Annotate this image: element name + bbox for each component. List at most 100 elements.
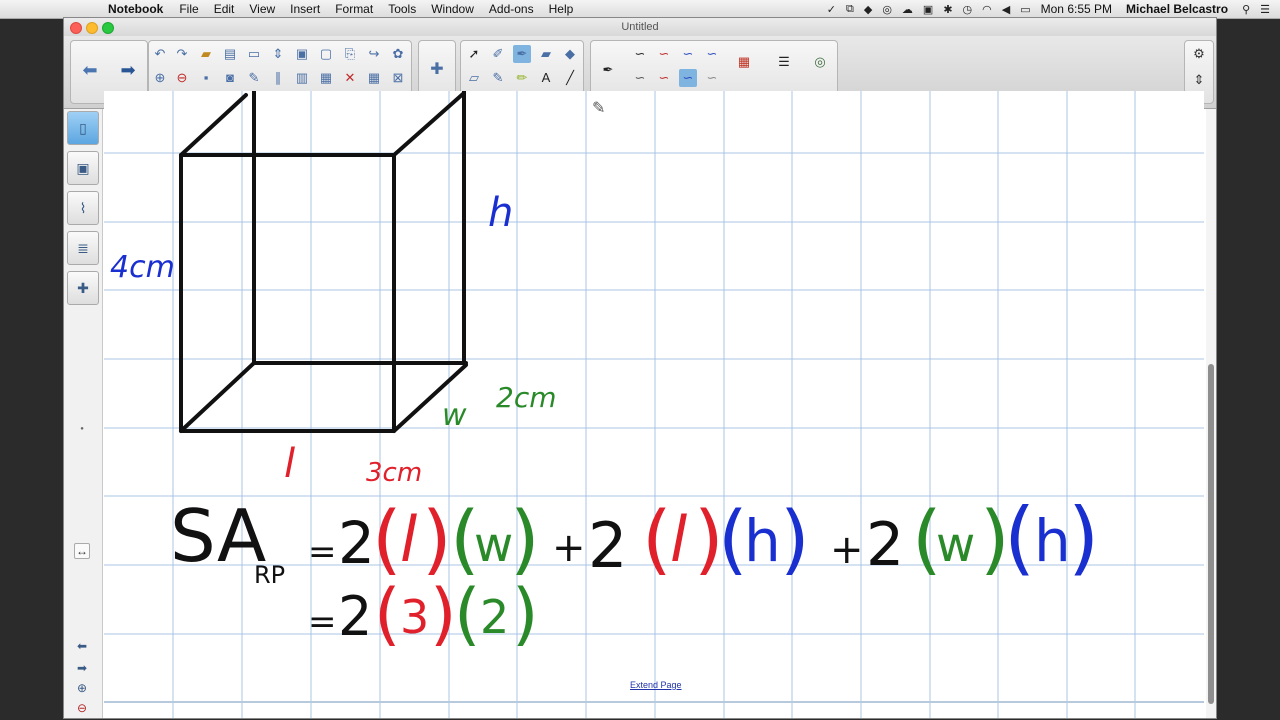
- display-icon[interactable]: ▣: [293, 45, 311, 63]
- pen-style-8[interactable]: ∽: [703, 69, 721, 87]
- next-page-arrow-icon[interactable]: ➡: [119, 61, 137, 79]
- vertical-scrollbar[interactable]: [1206, 109, 1216, 718]
- shape-icon[interactable]: ◆: [561, 45, 579, 63]
- menu-tools[interactable]: Tools: [388, 2, 416, 16]
- delete-page-icon[interactable]: ⊖: [173, 69, 191, 87]
- pen-style-7[interactable]: ∽: [679, 69, 697, 87]
- status-icon-d[interactable]: ▣: [923, 3, 933, 16]
- menu-format[interactable]: Format: [335, 2, 373, 16]
- fit-page-icon[interactable]: ⇕: [269, 45, 287, 63]
- formula-h-2: h: [1034, 507, 1071, 575]
- cloud-icon[interactable]: ☁: [902, 3, 913, 16]
- addon-puzzle-icon[interactable]: ✚: [428, 61, 446, 79]
- delete-icon[interactable]: ✕: [341, 69, 359, 87]
- clear-icon[interactable]: ⊠: [389, 69, 407, 87]
- dropbox-icon[interactable]: ◆: [864, 3, 872, 16]
- table-icon[interactable]: ▦: [365, 69, 383, 87]
- spotlight-icon[interactable]: ⚲: [1242, 3, 1250, 16]
- whiteboard-canvas[interactable]: h 4cm w 2cm l 3cm SA RP = 2 ( l ) ( w ) …: [104, 91, 1204, 718]
- extend-page-link[interactable]: Extend Page: [630, 680, 682, 690]
- resize-sidebar-icon[interactable]: ↔: [74, 543, 90, 559]
- sidebar-add-page-icon[interactable]: ⊕: [72, 681, 92, 695]
- volume-icon[interactable]: ◀: [1002, 3, 1010, 16]
- fill-effects-icon[interactable]: ◎: [811, 53, 829, 71]
- text-tool-icon[interactable]: A: [537, 69, 555, 87]
- menu-window[interactable]: Window: [431, 2, 474, 16]
- status-icon-b[interactable]: ⧉: [846, 3, 854, 16]
- pen-style-6[interactable]: ∽: [655, 69, 673, 87]
- attachments-tab[interactable]: ⌇: [67, 191, 99, 225]
- time-machine-icon[interactable]: ◷: [963, 3, 973, 16]
- menu-file[interactable]: File: [179, 2, 198, 16]
- line-width-icon[interactable]: ☰: [775, 53, 793, 71]
- share-icon[interactable]: ↪: [365, 45, 383, 63]
- addons-tab[interactable]: ✚: [67, 271, 99, 305]
- menu-help[interactable]: Help: [549, 2, 574, 16]
- page-sorter-tab[interactable]: ▯: [67, 111, 99, 145]
- substitution-equals: =: [308, 602, 337, 642]
- pen-tool-icon[interactable]: ✒: [513, 45, 531, 63]
- close-window-button[interactable]: [70, 22, 82, 34]
- magic-icon[interactable]: ✎: [245, 69, 263, 87]
- pen-style-2[interactable]: ∽: [655, 45, 673, 63]
- status-icon-c[interactable]: ◎: [882, 3, 892, 16]
- menu-add-ons[interactable]: Add-ons: [489, 2, 534, 16]
- wifi-icon[interactable]: ◠: [982, 3, 992, 16]
- pen-style-1[interactable]: ∽: [631, 45, 649, 63]
- menu-user[interactable]: Michael Belcastro: [1126, 2, 1228, 16]
- formula-l-1: l: [400, 503, 417, 576]
- properties-tab[interactable]: ≣: [67, 231, 99, 265]
- gallery-tab[interactable]: ▣: [67, 151, 99, 185]
- present-icon[interactable]: ▢: [317, 45, 335, 63]
- sidebar-collapse-dot[interactable]: ●: [72, 422, 92, 436]
- menu-edit[interactable]: Edit: [214, 2, 235, 16]
- redo-icon[interactable]: ↷: [173, 45, 191, 63]
- gallery-icon[interactable]: ✿: [389, 45, 407, 63]
- add-page-icon[interactable]: ⊕: [151, 69, 169, 87]
- color-palette-icon[interactable]: ▦: [735, 53, 753, 71]
- image-icon[interactable]: ▦: [317, 69, 335, 87]
- highlighter-icon[interactable]: ✏: [513, 69, 531, 87]
- undo-icon[interactable]: ↶: [151, 45, 169, 63]
- select-arrow-icon[interactable]: ➚: [465, 45, 483, 63]
- length-value-label: 3cm: [366, 458, 422, 488]
- formula-two-1: 2: [338, 509, 375, 577]
- minimize-window-button[interactable]: [86, 22, 98, 34]
- length-variable-label: l: [284, 441, 295, 487]
- pen-style-4[interactable]: ∽: [703, 45, 721, 63]
- sidebar-next-icon[interactable]: ➡: [72, 661, 92, 675]
- scrollbar-thumb[interactable]: [1208, 364, 1214, 704]
- pen-style-5[interactable]: ∽: [631, 69, 649, 87]
- gear-icon[interactable]: ⚙: [1190, 45, 1208, 63]
- magic-pen-icon[interactable]: ✎: [489, 69, 507, 87]
- menu-insert[interactable]: Insert: [290, 2, 320, 16]
- eraser-icon[interactable]: ▰: [537, 45, 555, 63]
- bluetooth-icon[interactable]: ✱: [943, 3, 952, 16]
- grid-lines: [104, 91, 1204, 718]
- menu-clock[interactable]: Mon 6:55 PM: [1041, 2, 1112, 16]
- menu-view[interactable]: View: [249, 2, 275, 16]
- screen-shade-icon[interactable]: ▭: [245, 45, 263, 63]
- capture-icon[interactable]: ⎘: [341, 45, 359, 63]
- sidebar-delete-page-icon[interactable]: ⊖: [72, 701, 92, 715]
- columns-icon[interactable]: ∥: [269, 69, 287, 87]
- pen-style-3[interactable]: ∽: [679, 45, 697, 63]
- previous-page-arrow-icon[interactable]: ⬅: [81, 61, 99, 79]
- pen-fill-icon[interactable]: ✐: [489, 45, 507, 63]
- save-icon[interactable]: ▪: [197, 69, 215, 87]
- menu-app-name[interactable]: Notebook: [108, 2, 163, 16]
- status-icon-a[interactable]: ✓: [827, 3, 836, 16]
- substitution-line: = 2 ( 3 ) ( 2 ): [308, 575, 539, 654]
- line-tool-icon[interactable]: ╱: [561, 69, 579, 87]
- toolbar-move-icon[interactable]: ⇕: [1190, 71, 1208, 89]
- creative-pen-icon[interactable]: ▱: [465, 69, 483, 87]
- notification-center-icon[interactable]: ☰: [1260, 3, 1270, 16]
- document-camera-icon[interactable]: ◙: [221, 69, 239, 87]
- pen-type-icon[interactable]: ✒: [599, 61, 617, 79]
- battery-icon[interactable]: ▭: [1020, 3, 1030, 16]
- sidebar-previous-icon[interactable]: ⬅: [72, 639, 92, 653]
- open-file-icon[interactable]: ▰: [197, 45, 215, 63]
- paste-icon[interactable]: ▤: [221, 45, 239, 63]
- zoom-window-button[interactable]: [102, 22, 114, 34]
- screen-icon[interactable]: ▥: [293, 69, 311, 87]
